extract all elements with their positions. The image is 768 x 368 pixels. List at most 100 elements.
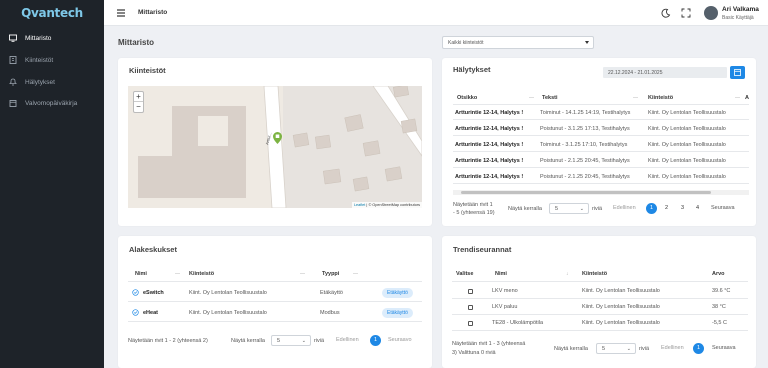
- zoom-in-button[interactable]: +: [134, 92, 143, 102]
- sort-icon[interactable]: —: [529, 95, 534, 101]
- trends-col-nimi[interactable]: Nimi: [495, 271, 507, 277]
- osm-attribution[interactable]: | © OpenStreetMap contributors: [365, 203, 420, 207]
- leaflet-link[interactable]: Leaflet: [354, 203, 365, 207]
- submeters-card: [118, 236, 432, 368]
- scrollbar-thumb[interactable]: [461, 191, 711, 194]
- page-title: Mittaristo: [118, 38, 154, 47]
- sidebar-item-halytykset[interactable]: Hälytykset: [0, 72, 104, 92]
- sort-icon[interactable]: —: [300, 271, 305, 277]
- divider: [128, 301, 422, 302]
- alarms-col-a[interactable]: A: [745, 95, 749, 101]
- trend-name: LKV meno: [492, 288, 518, 294]
- trend-value: -5,5 C: [712, 320, 727, 326]
- bell-icon: [9, 78, 17, 86]
- trends-col-arvo[interactable]: Arvo: [712, 271, 725, 277]
- sidebar-item-kiinteistot[interactable]: Kiinteistöt: [0, 50, 104, 70]
- alarm-text: Toiminut - 3.1.25 17:10, Testihalytys: [540, 142, 628, 148]
- submeters-next-button[interactable]: Seuraavo: [388, 337, 412, 343]
- alarms-showing-line1: Näytetään rivit 1: [453, 202, 493, 208]
- trends-next-button[interactable]: Seuraava: [712, 345, 736, 351]
- alarms-col-otsikko[interactable]: Otsikko: [457, 95, 477, 101]
- submeters-col-tyyppi[interactable]: Tyyppi: [322, 271, 339, 277]
- alarms-page-4[interactable]: 4: [692, 203, 703, 214]
- trends-prev-button[interactable]: Edellinen: [661, 345, 684, 351]
- sidebar-item-label: Hälytykset: [25, 78, 55, 86]
- calendar-icon: [9, 99, 17, 107]
- divider: [453, 104, 749, 105]
- dark-mode-icon[interactable]: [661, 8, 671, 18]
- alarms-col-kiinteisto[interactable]: Kiinteistö: [648, 95, 673, 101]
- calendar-button[interactable]: [730, 66, 745, 79]
- submeters-per-page-label: Näytä kerralla: [231, 338, 265, 344]
- sort-icon[interactable]: —: [633, 95, 638, 101]
- user-name[interactable]: Ari Valkama: [722, 6, 759, 13]
- alarm-text: Poistunut - 2.1.25 20:45, Testihalytys: [540, 158, 630, 164]
- divider: [453, 183, 749, 184]
- property-select[interactable]: Kaikki kiinteistöt: [442, 36, 594, 49]
- alarms-rows-label: riviä: [592, 206, 603, 212]
- alarms-prev-button[interactable]: Edellinen: [613, 205, 636, 211]
- trend-property: Kiint. Oy Lentolan Teollisuustalo: [582, 320, 660, 326]
- submeter-name: eSwitch: [143, 290, 164, 296]
- alarms-title: Hälytykset: [453, 65, 491, 74]
- fullscreen-icon[interactable]: [681, 8, 691, 18]
- row-checkbox[interactable]: [468, 305, 473, 310]
- divider: [453, 135, 749, 136]
- calendar-icon: [734, 69, 741, 76]
- alarms-page-3[interactable]: 3: [677, 203, 688, 214]
- submeter-property: Kiint. Oy Lentolan Teollisuustalo: [189, 310, 267, 316]
- alarms-page-2[interactable]: 2: [661, 203, 672, 214]
- submeters-per-page-select[interactable]: 5 ⌄: [271, 335, 311, 346]
- date-range-input[interactable]: 22.12.2024 - 21.01.2025: [603, 67, 727, 78]
- submeters-col-kiinteisto[interactable]: Kiinteistö: [189, 271, 214, 277]
- remote-access-button[interactable]: Etäkäyttö: [382, 308, 413, 318]
- properties-title: Kiinteistöt: [129, 66, 166, 75]
- alarms-col-teksti[interactable]: Teksti: [542, 95, 558, 101]
- monitor-icon: [9, 34, 17, 42]
- divider: [452, 314, 748, 315]
- alarm-text: Poistunut - 3.1.25 17:13, Testihalytys: [540, 126, 630, 132]
- sort-icon[interactable]: —: [353, 271, 358, 277]
- sidebar: Qvantech Mittaristo Kiinteistöt Hälytyks…: [0, 0, 104, 368]
- submeters-prev-button[interactable]: Edellinen: [336, 337, 359, 343]
- alarms-next-button[interactable]: Seuraava: [711, 205, 735, 211]
- horizontal-scrollbar[interactable]: [453, 190, 749, 195]
- trend-value: 38 °C: [712, 304, 726, 310]
- alarms-page-1[interactable]: 1: [646, 203, 657, 214]
- divider: [453, 167, 749, 168]
- sort-icon[interactable]: ↓: [566, 271, 569, 277]
- brand-name: Qvantech: [21, 6, 83, 20]
- map[interactable]: + − Arttur... Leaflet | © OpenStreetMap …: [128, 86, 422, 208]
- sort-icon[interactable]: —: [175, 271, 180, 277]
- user-role: Basic Käyttäjä: [722, 15, 754, 21]
- alarms-per-page-select[interactable]: 5 ⌄: [549, 203, 589, 214]
- submeter-property: Kiint. Oy Lentolan Teollisuustalo: [189, 290, 267, 296]
- map-marker-icon[interactable]: [273, 132, 282, 144]
- trends-rows-label: riviä: [639, 346, 650, 352]
- sidebar-item-mittaristo[interactable]: Mittaristo: [0, 28, 104, 48]
- caret-down-icon: [585, 41, 589, 44]
- sidebar-item-valvomopaivakirja[interactable]: Valvomopäiväkirja: [0, 93, 104, 113]
- row-checkbox[interactable]: [468, 289, 473, 294]
- divider: [128, 281, 422, 282]
- submeters-rows-label: riviä: [314, 338, 325, 344]
- submeters-col-nimi[interactable]: Nimi: [135, 271, 147, 277]
- remote-access-button[interactable]: Etäkäyttö: [382, 288, 413, 298]
- trends-per-page-select[interactable]: 5 ⌄: [596, 343, 636, 354]
- map-tiles: [128, 86, 422, 208]
- menu-icon[interactable]: [116, 8, 126, 18]
- submeters-page-1[interactable]: 1: [370, 335, 381, 346]
- trends-page-1[interactable]: 1: [693, 343, 704, 354]
- divider: [452, 330, 748, 331]
- zoom-out-button[interactable]: −: [134, 102, 143, 112]
- submeter-type: Modbus: [320, 310, 340, 316]
- trend-property: Kiint. Oy Lentolan Teollisuustalo: [582, 304, 660, 310]
- alarms-showing-line2: - 5 (yhteensä 19): [453, 210, 495, 216]
- trends-col-kiinteisto[interactable]: Kiinteistö: [582, 271, 607, 277]
- sort-icon[interactable]: —: [735, 95, 740, 101]
- alarm-title: Artturintie 12-14, Halytys !: [455, 158, 524, 164]
- trends-title: Trendiseurannat: [453, 245, 512, 254]
- row-checkbox[interactable]: [468, 321, 473, 326]
- brand-logo[interactable]: Qvantech: [0, 0, 104, 26]
- avatar[interactable]: [704, 6, 718, 20]
